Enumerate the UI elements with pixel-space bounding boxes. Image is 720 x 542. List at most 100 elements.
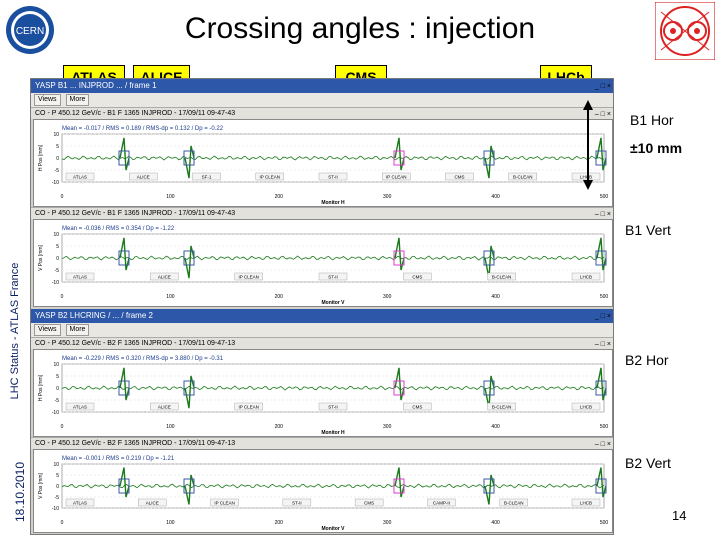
- side-date-text: 18.10.2010: [13, 461, 27, 523]
- more-button[interactable]: More: [65, 324, 90, 336]
- marker-label: LHCB: [580, 405, 592, 410]
- y-tick-label: 0: [56, 386, 59, 392]
- marker-label: IP CLEAN: [386, 175, 406, 180]
- orbit-plot: Mean = -0.036 / RMS = 0.354 / Dp = -1.22…: [38, 226, 609, 306]
- x-tick-label: 300: [383, 424, 392, 430]
- toolbar: Views More: [31, 93, 613, 107]
- x-tick-label: 200: [275, 520, 284, 526]
- marker-label: ATLAS: [73, 175, 87, 180]
- marker-label: LHCB: [580, 501, 592, 506]
- y-tick-label: 5: [56, 244, 59, 250]
- marker-label: IP CLEAN: [238, 275, 258, 280]
- x-axis-label: Monitor V: [321, 300, 345, 306]
- y-tick-label: 5: [56, 144, 59, 150]
- svg-text:CERN: CERN: [16, 26, 44, 37]
- plot-b1-hor: Mean = -0.017 / RMS = 0.189 / RMS-dp = 0…: [33, 119, 613, 207]
- window-controls[interactable]: _ □ ×: [595, 80, 611, 94]
- marker-label: ALICE: [137, 175, 150, 180]
- cern-logo: CERN: [6, 6, 54, 54]
- yasp-screenshot: YASP B1 ... INJPROD ... / frame 1 _ □ × …: [30, 78, 614, 535]
- y-tick-label: -5: [55, 168, 60, 174]
- stats-text: Mean = -0.229 / RMS = 0.320 / RMS-dp = 3…: [62, 356, 224, 362]
- marker-label: CAMP-II: [433, 501, 450, 506]
- x-tick-label: 400: [491, 194, 500, 200]
- marker-label: ATLAS: [73, 501, 87, 506]
- marker-label: IP CLEAN: [214, 501, 234, 506]
- marker-label: CMS: [412, 405, 422, 410]
- window-controls[interactable]: _ □ ×: [595, 310, 611, 324]
- marker-label: B-CLEAN: [513, 175, 533, 180]
- side-status-text: LHC Status - ATLAS France: [9, 262, 21, 400]
- y-axis-label: H Pos [mm]: [38, 374, 44, 401]
- x-tick-label: 0: [61, 194, 64, 200]
- marker-label: ST-II: [328, 275, 338, 280]
- marker-label: IP CLEAN: [260, 175, 280, 180]
- y-tick-label: -10: [52, 506, 59, 512]
- x-tick-label: 100: [166, 520, 175, 526]
- y-tick-label: -10: [52, 280, 59, 286]
- panel-subbar: CO - P 450.12 GeV/c - B2 F 1365 INJPROD …: [31, 437, 613, 449]
- x-tick-label: 500: [600, 194, 609, 200]
- panel-info: CO - P 450.12 GeV/c - B2 F 1365 INJPROD …: [35, 440, 236, 447]
- x-tick-label: 500: [600, 520, 609, 526]
- x-tick-label: 200: [275, 424, 284, 430]
- x-tick-label: 200: [275, 194, 284, 200]
- y-tick-label: 5: [56, 374, 59, 380]
- marker-label: CMS: [364, 501, 374, 506]
- marker-label: ALICE: [158, 405, 171, 410]
- y-tick-label: 0: [56, 256, 59, 262]
- y-tick-label: -5: [55, 495, 60, 501]
- marker-label: ATLAS: [73, 405, 87, 410]
- plot-b1-vert: Mean = -0.036 / RMS = 0.354 / Dp = -1.22…: [33, 219, 613, 307]
- x-tick-label: 100: [166, 294, 175, 300]
- x-tick-label: 100: [166, 194, 175, 200]
- x-tick-label: 500: [600, 294, 609, 300]
- panel-subbar: CO - P 450.12 GeV/c - B2 F 1365 INJPROD …: [31, 337, 613, 349]
- annotation-b1-hor: B1 Hor: [630, 112, 674, 128]
- marker-label: ST-II: [328, 175, 338, 180]
- y-tick-label: -10: [52, 180, 59, 186]
- marker-label: ALICE: [158, 275, 171, 280]
- x-tick-label: 300: [383, 294, 392, 300]
- annotation-b2-hor: B2 Hor: [625, 352, 669, 368]
- more-button[interactable]: More: [65, 94, 90, 106]
- marker-label: ST-II: [292, 501, 302, 506]
- stats-text: Mean = -0.001 / RMS = 0.219 / Dp = -1.21: [62, 456, 175, 462]
- plot-b2-vert: Mean = -0.001 / RMS = 0.219 / Dp = -1.21…: [33, 449, 613, 533]
- page-number: 14: [672, 508, 687, 523]
- window-title-bar: YASP B1 ... INJPROD ... / frame 1 _ □ ×: [31, 79, 613, 93]
- panel-info: CO - P 450.12 GeV/c - B2 F 1365 INJPROD …: [35, 340, 236, 347]
- panel-subbar: CO - P 450.12 GeV/c - B1 F 1365 INJPROD …: [31, 207, 613, 219]
- views-button[interactable]: Views: [34, 324, 61, 336]
- y-axis-label: V Pos [mm]: [38, 472, 44, 498]
- marker-label: B-CLEAN: [492, 405, 512, 410]
- orbit-plot: Mean = -0.001 / RMS = 0.219 / Dp = -1.21…: [38, 456, 609, 532]
- x-tick-label: 100: [166, 424, 175, 430]
- marker-label: B-CLEAN: [504, 501, 524, 506]
- window-title: YASP B2 LHCRING / ... / frame 2: [35, 311, 153, 320]
- marker-label: ST-II: [328, 405, 338, 410]
- y-tick-label: 10: [53, 132, 59, 138]
- y-tick-label: 10: [53, 232, 59, 238]
- marker-label: ALICE: [146, 501, 159, 506]
- x-tick-label: 400: [491, 294, 500, 300]
- x-axis-label: Monitor H: [321, 200, 345, 206]
- toolbar: Views More: [31, 323, 613, 337]
- y-tick-label: 10: [53, 462, 59, 468]
- slide-title: Crossing angles : injection: [184, 12, 536, 45]
- annotation-scale: ±10 mm: [630, 140, 683, 156]
- y-tick-label: -5: [55, 268, 60, 274]
- x-tick-label: 0: [61, 424, 64, 430]
- stats-text: Mean = -0.036 / RMS = 0.354 / Dp = -1.22: [62, 226, 175, 232]
- x-axis-label: Monitor V: [321, 526, 345, 532]
- y-tick-label: -10: [52, 410, 59, 416]
- y-axis-label: V Pos [mm]: [38, 244, 44, 270]
- marker-label: CMS: [412, 275, 422, 280]
- views-button[interactable]: Views: [34, 94, 61, 106]
- marker-label: B-CLEAN: [492, 275, 512, 280]
- x-tick-label: 500: [600, 424, 609, 430]
- marker-label: CMS: [455, 175, 465, 180]
- plot-b2-hor: Mean = -0.229 / RMS = 0.320 / RMS-dp = 3…: [33, 349, 613, 437]
- lhc-logo: [655, 2, 715, 60]
- marker-label: SF-1: [202, 175, 212, 180]
